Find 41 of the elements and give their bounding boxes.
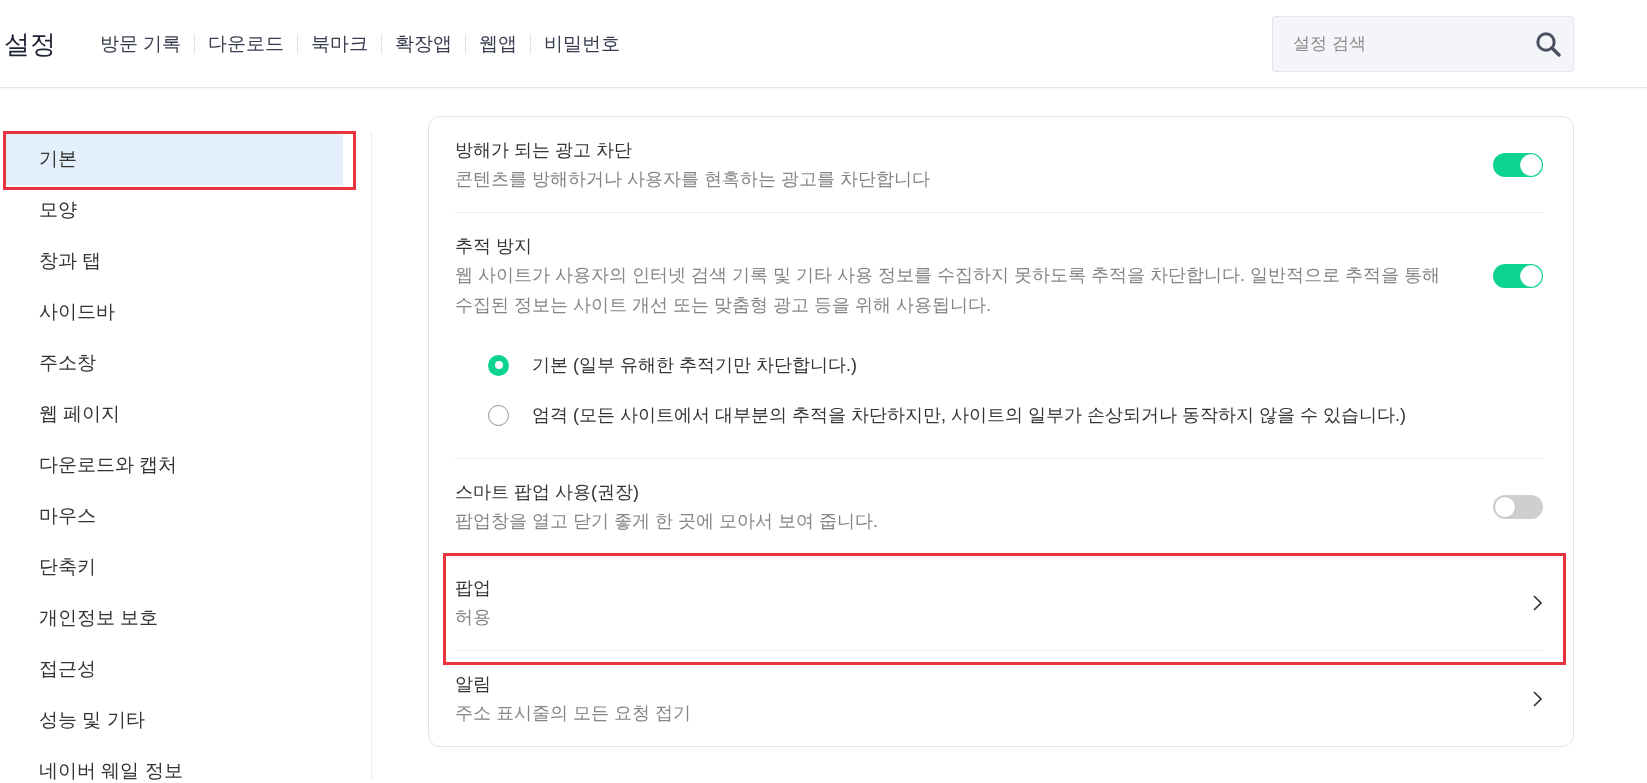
setting-title: 방해가 되는 광고 차단 [455, 139, 632, 162]
setting-description: 웹 사이트가 사용자의 인터넷 검색 기록 및 기타 사용 정보를 수집하지 못하도록 추적을 차단합니다. 일반적으로 추적을 통해 수집된 정보는 사이트 개선 또는 맞춤형 광고 등을 위해 사용됩니다. [455, 264, 1442, 317]
setting-value: 허용 [455, 606, 491, 629]
sidebar-item[interactable]: 사이드바 [6, 287, 343, 338]
setting-value: 주소 표시줄의 모든 요청 접기 [455, 702, 691, 725]
search-icon [1535, 30, 1561, 57]
sidebar-item[interactable]: 단축키 [6, 542, 343, 593]
setting-title: 팝업 [455, 577, 491, 600]
nav-link[interactable]: 다운로드 [208, 29, 285, 58]
chevron-right-icon[interactable] [1533, 691, 1542, 707]
nav-link[interactable]: 북마크 [311, 29, 369, 58]
setting-title: 스마트 팝업 사용(권장) [455, 481, 639, 504]
setting-title: 추적 방지 [455, 235, 532, 258]
setting-title: 알림 [455, 673, 491, 696]
radio-button[interactable] [488, 404, 509, 426]
sidebar-item[interactable]: 기본 [6, 134, 343, 185]
toggle-switch[interactable] [1493, 495, 1543, 519]
sidebar-item[interactable]: 주소창 [6, 338, 343, 389]
radio-button[interactable] [488, 354, 509, 376]
nav-link[interactable]: 비밀번호 [544, 29, 621, 58]
sidebar-item[interactable]: 마우스 [6, 491, 343, 542]
option-label: 엄격 (모든 사이트에서 대부분의 추적을 차단하지만, 사이트의 일부가 손상되거나 동작하지 않을 수 있습니다.) [532, 404, 1406, 427]
setting-description: 콘텐츠를 방해하거나 사용자를 현혹하는 광고를 차단합니다 [455, 168, 930, 191]
sidebar-item[interactable]: 창과 탭 [6, 236, 343, 287]
toggle-switch[interactable] [1493, 264, 1543, 288]
chevron-right-icon[interactable] [1533, 595, 1542, 611]
search-field[interactable]: 설정 검색 [1272, 15, 1574, 72]
toggle-switch[interactable] [1493, 153, 1543, 177]
sidebar-item[interactable]: 모양 [6, 185, 343, 236]
setting-description: 팝업창을 열고 닫기 좋게 한 곳에 모아서 보여 줍니다. [455, 510, 878, 533]
sidebar-item[interactable]: 접근성 [6, 644, 343, 695]
page-title: 설정 [4, 27, 56, 61]
sidebar-item[interactable]: 성능 및 기타 [6, 695, 343, 746]
sidebar-item[interactable]: 개인정보 보호 [6, 593, 343, 644]
nav-link[interactable]: 웹앱 [479, 29, 518, 58]
nav-link[interactable]: 방문 기록 [100, 29, 182, 58]
sidebar-item[interactable]: 다운로드와 캡처 [6, 440, 343, 491]
sidebar-item[interactable]: 웹 페이지 [6, 389, 343, 440]
option-label: 기본 (일부 유해한 추적기만 차단합니다.) [532, 354, 857, 377]
sidebar-item[interactable]: 네이버 웨일 정보 [6, 746, 343, 783]
nav-link[interactable]: 확장앱 [395, 29, 453, 58]
